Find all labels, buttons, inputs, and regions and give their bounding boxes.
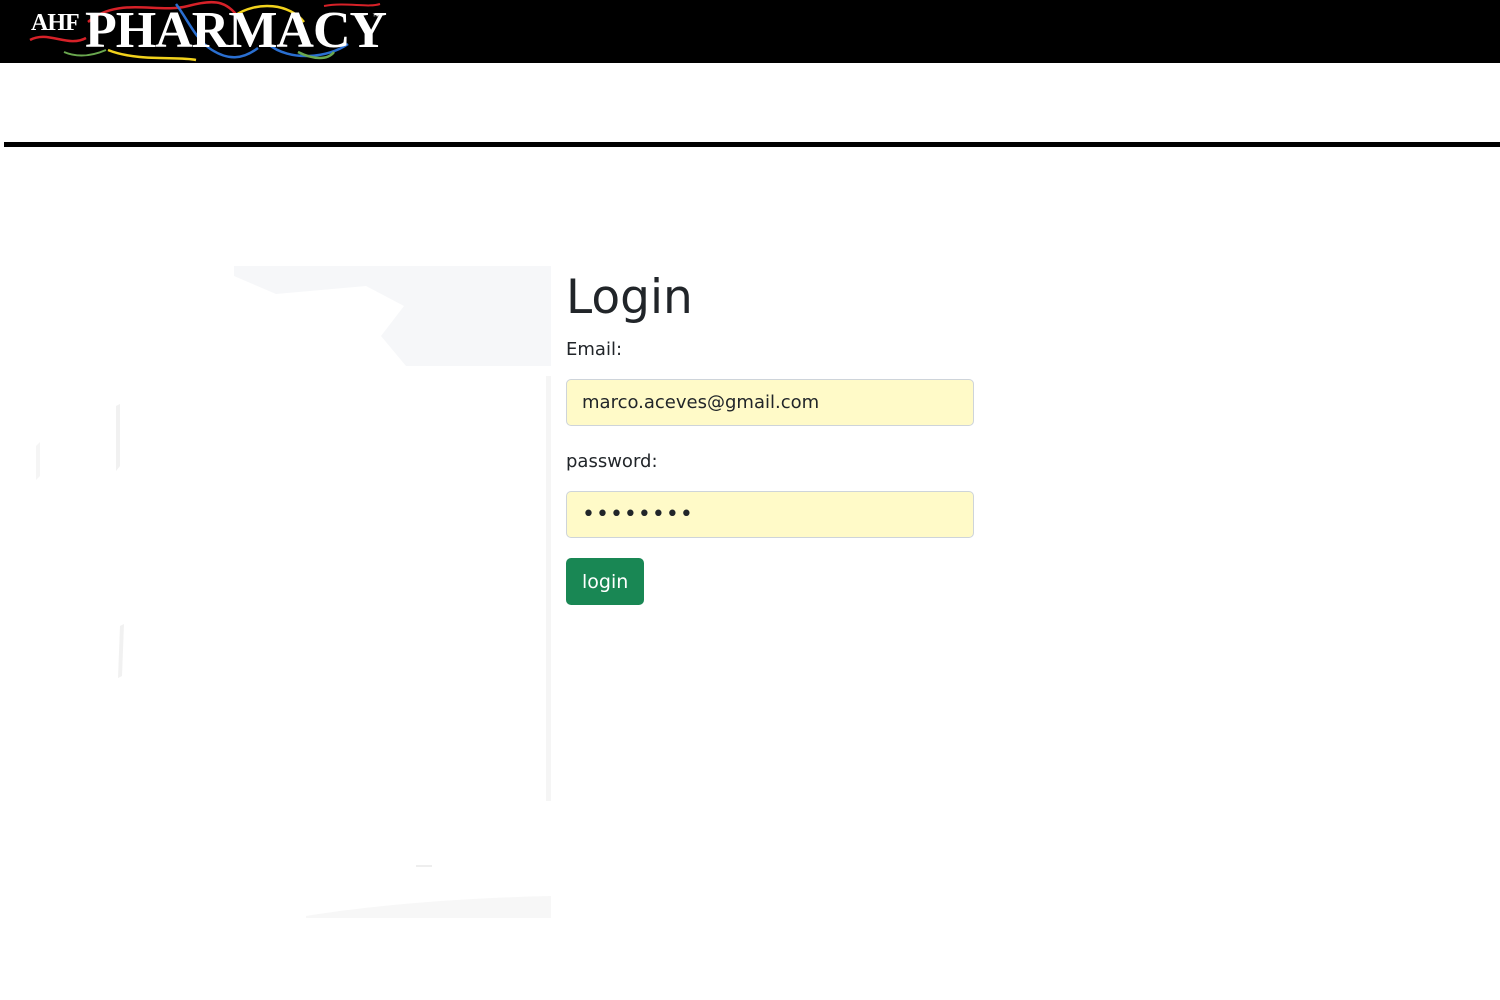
ahf-pharmacy-logo[interactable]: AHF PHARMACY ™ <box>28 0 388 63</box>
page-title: Login <box>566 270 693 325</box>
password-label: password: <box>566 451 658 472</box>
login-button[interactable]: login <box>566 558 645 605</box>
password-field[interactable] <box>566 491 974 538</box>
logo-swirls <box>29 0 381 62</box>
side-image <box>36 266 551 918</box>
login-form: Login Email: password: login <box>566 266 986 605</box>
email-label: Email: <box>566 339 623 360</box>
top-bar: AHF PHARMACY ™ <box>0 0 1500 63</box>
faded-illustration <box>36 266 551 918</box>
email-field[interactable] <box>566 379 974 426</box>
header-divider <box>4 142 1500 147</box>
